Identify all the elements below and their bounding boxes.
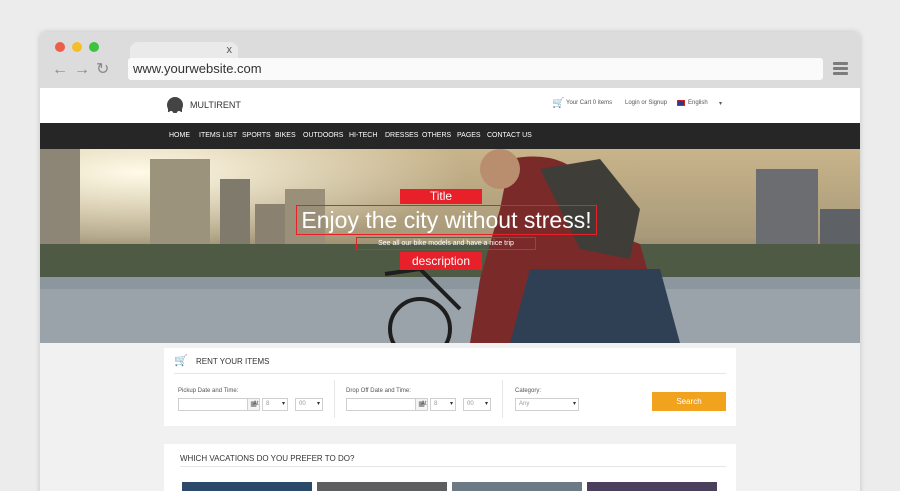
chevron-down-icon: ▾ (281, 401, 285, 407)
divider (174, 373, 726, 374)
uk-flag-icon (677, 100, 685, 106)
pickup-minute-select[interactable]: 00 ▾ (295, 398, 323, 411)
hero-title: Enjoy the city without stress! (296, 205, 597, 235)
title-tag: Title (400, 189, 482, 204)
pickup-minute-value: 00 (299, 401, 306, 407)
nav-item-hi-tech[interactable]: HI-TECH (349, 132, 377, 139)
hero-description: See all our bike models and have a nice … (356, 237, 536, 250)
hero-banner: Title Enjoy the city without stress! See… (40, 149, 860, 343)
dropoff-hour-select[interactable]: 8 ▾ (430, 398, 456, 411)
nav-item-home[interactable]: HOME (169, 132, 190, 139)
browser-chrome: x ← → ↻ www.yourwebsite.com (40, 32, 860, 88)
browser-window: x ← → ↻ www.yourwebsite.com MULTIRENT 🛒 … (40, 32, 860, 491)
minimize-window-dot[interactable] (72, 42, 82, 52)
category-label: Category: (515, 388, 542, 394)
pickup-date-input[interactable] (178, 398, 248, 411)
rent-panel: 🛒 RENT YOUR ITEMS Pickup Date and Time: … (164, 348, 736, 426)
category-value: Any (519, 401, 530, 407)
vacations-heading: WHICH VACATIONS DO YOU PREFER TO DO? (180, 454, 355, 463)
nav-item-bikes[interactable]: BIKES (275, 132, 296, 139)
nav-item-pages[interactable]: PAGES (457, 132, 481, 139)
tab-close-icon[interactable]: x (227, 43, 233, 57)
nav-item-others[interactable]: OTHERS (422, 132, 451, 139)
hamburger-menu-icon[interactable] (833, 62, 848, 75)
site-header: MULTIRENT 🛒 Your Cart 0 items Login or S… (40, 88, 860, 123)
divider (180, 466, 726, 467)
vacations-panel: WHICH VACATIONS DO YOU PREFER TO DO? (164, 444, 736, 491)
chevron-down-icon: ▾ (316, 401, 320, 407)
maximize-window-dot[interactable] (89, 42, 99, 52)
chevron-down-icon: ▾ (484, 401, 488, 407)
login-link[interactable]: Login or Signup (625, 100, 667, 106)
brand-name[interactable]: MULTIRENT (190, 100, 241, 110)
cart-icon: 🛒 (174, 355, 188, 367)
at-label: At (421, 401, 427, 407)
nav-item-outdoors[interactable]: OUTDOORS (303, 132, 343, 139)
cart-icon[interactable]: 🛒 (552, 98, 564, 109)
back-arrow-icon[interactable]: ← (52, 60, 68, 80)
description-tag: description (400, 252, 482, 270)
dropoff-minute-value: 00 (467, 401, 474, 407)
website: MULTIRENT 🛒 Your Cart 0 items Login or S… (40, 88, 860, 491)
browser-tab[interactable]: x (130, 42, 238, 58)
close-window-dot[interactable] (55, 42, 65, 52)
rent-heading: RENT YOUR ITEMS (196, 357, 270, 366)
main-navigation: HOME ITEMS LIST SPORTS BIKES OUTDOORS HI… (40, 123, 860, 149)
divider (502, 380, 503, 418)
vacation-thumbnail[interactable] (317, 482, 447, 491)
at-label: At (253, 401, 259, 407)
vacation-thumbnail[interactable] (587, 482, 717, 491)
cart-link[interactable]: Your Cart 0 items (566, 100, 612, 106)
nav-item-dresses[interactable]: DRESSES (385, 132, 418, 139)
chevron-down-icon: ▾ (572, 401, 576, 407)
dropoff-minute-select[interactable]: 00 ▾ (463, 398, 491, 411)
nav-item-contact-us[interactable]: CONTACT US (487, 132, 532, 139)
address-bar[interactable]: www.yourwebsite.com (128, 58, 823, 80)
chevron-down-icon[interactable]: ▾ (719, 100, 722, 107)
language-selector[interactable]: English (688, 100, 708, 106)
logo-icon[interactable] (164, 97, 186, 115)
nav-item-sports[interactable]: SPORTS (242, 132, 271, 139)
category-select[interactable]: Any ▾ (515, 398, 579, 411)
chevron-down-icon: ▾ (449, 401, 453, 407)
nav-item-items-list[interactable]: ITEMS LIST (199, 132, 237, 139)
pickup-hour-value: 8 (266, 401, 270, 407)
dropoff-hour-value: 8 (434, 401, 438, 407)
forward-arrow-icon[interactable]: → (74, 60, 90, 80)
vacation-thumbnail[interactable] (182, 482, 312, 491)
dropoff-date-input[interactable] (346, 398, 416, 411)
pickup-label: Pickup Date and Time: (178, 388, 239, 394)
vacation-thumbnail[interactable] (452, 482, 582, 491)
dropoff-label: Drop Off Date and Time: (346, 388, 411, 394)
reload-icon[interactable]: ↻ (96, 60, 109, 80)
pickup-hour-select[interactable]: 8 ▾ (262, 398, 288, 411)
search-button[interactable]: Search (652, 392, 726, 411)
divider (334, 380, 335, 418)
